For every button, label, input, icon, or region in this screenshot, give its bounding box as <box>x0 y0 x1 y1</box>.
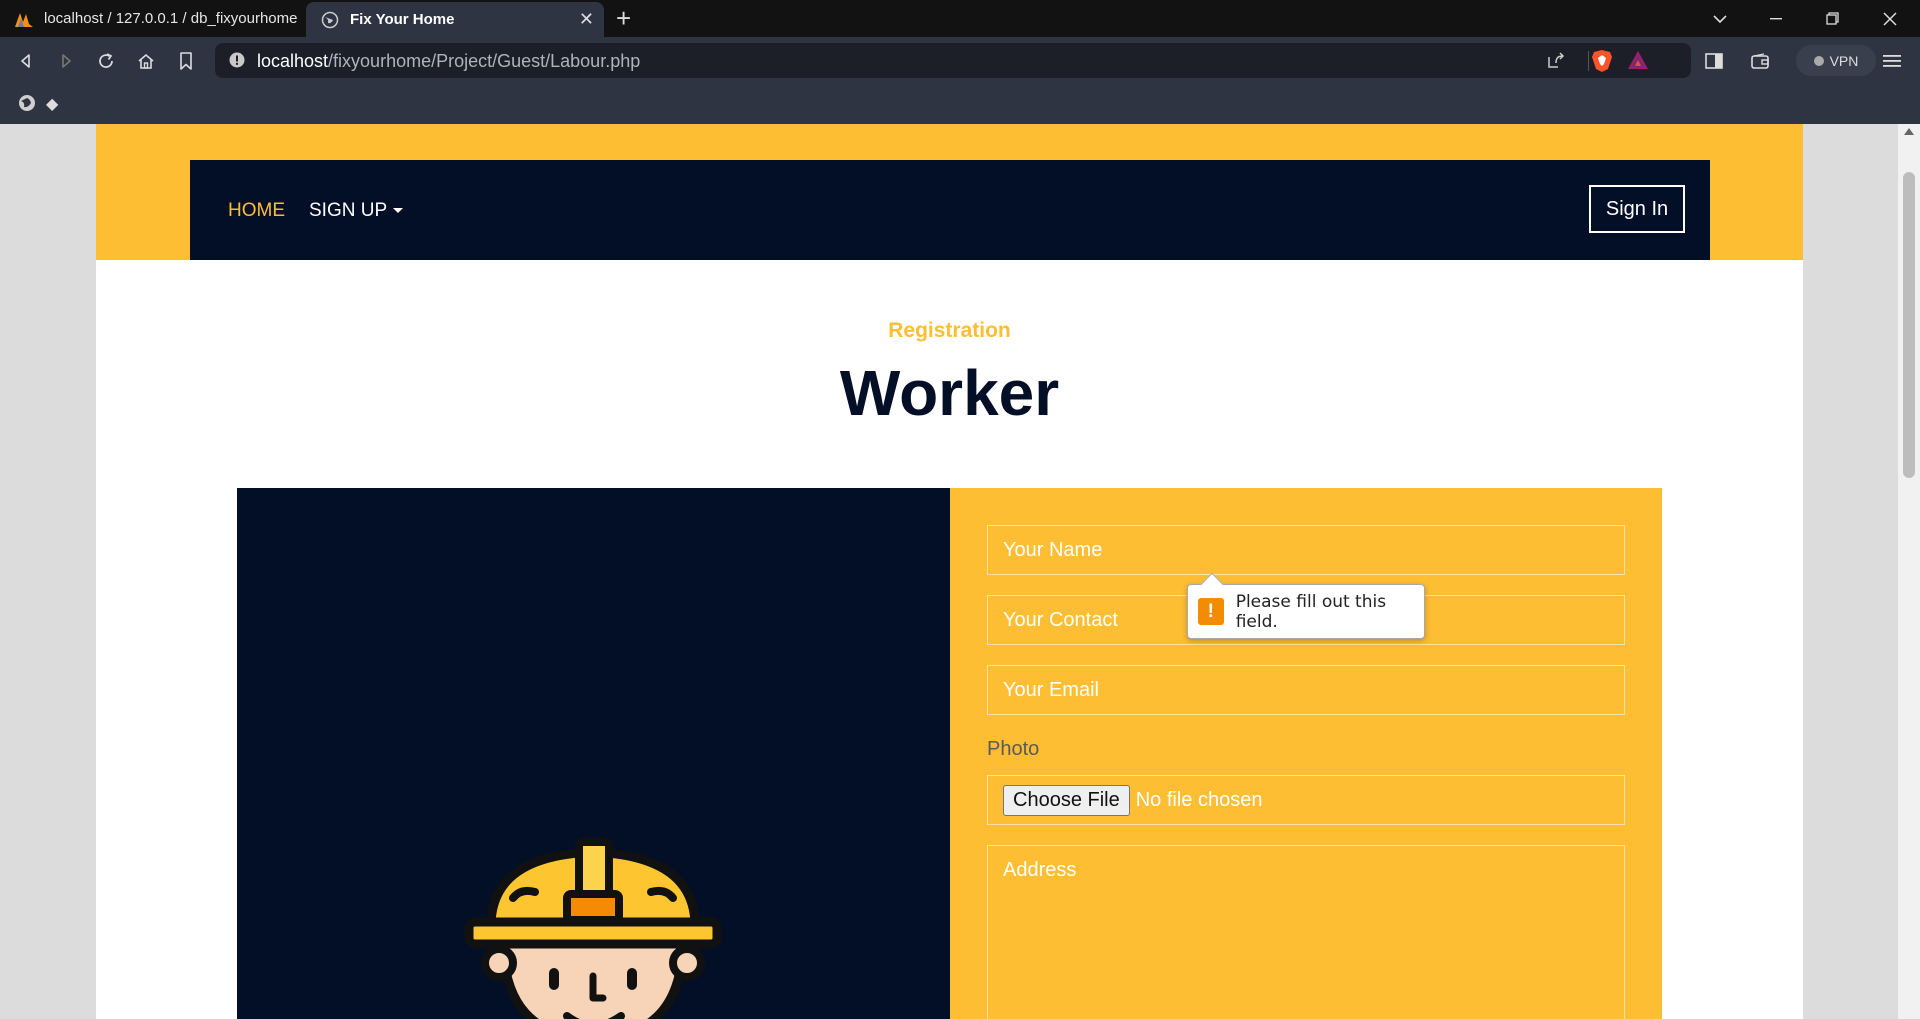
photo-label: Photo <box>987 738 1040 760</box>
url-text: localhost/fixyourhome/Project/Guest/Labo… <box>257 51 640 72</box>
vpn-button[interactable]: VPN <box>1796 45 1876 76</box>
nav-signup-dropdown[interactable]: SIGN UP <box>309 200 404 222</box>
nav-signup-label: SIGN UP <box>309 200 388 221</box>
phpmyadmin-icon <box>14 9 34 29</box>
url-path: /fixyourhome/Project/Guest/Labour.php <box>328 51 641 71</box>
page-scrollbar[interactable] <box>1898 124 1920 1019</box>
back-icon[interactable] <box>12 47 40 75</box>
minimize-icon[interactable] <box>1748 0 1804 37</box>
file-status: No file chosen <box>1135 788 1263 811</box>
bookmark-globe-icon[interactable] <box>18 94 36 117</box>
wallet-icon[interactable] <box>1746 47 1774 75</box>
brave-rewards-icon[interactable] <box>1627 50 1649 75</box>
email-input[interactable]: Your Email <box>987 665 1625 715</box>
reload-icon[interactable] <box>92 47 120 75</box>
vpn-label: VPN <box>1829 52 1859 69</box>
tab-search-icon[interactable] <box>1692 0 1748 37</box>
warning-icon: ! <box>1198 598 1224 625</box>
scroll-up-arrow-icon[interactable] <box>1904 128 1914 135</box>
sign-in-button[interactable]: Sign In <box>1589 185 1685 233</box>
nav-home-link[interactable]: HOME <box>228 200 285 222</box>
menu-icon[interactable] <box>1878 47 1906 75</box>
address-textarea[interactable]: Address <box>987 845 1625 1019</box>
validation-message: Please fill out this field. <box>1235 591 1387 632</box>
restore-icon[interactable] <box>1804 0 1860 37</box>
tab-fix-your-home[interactable]: Fix Your Home ✕ <box>306 2 604 37</box>
share-icon[interactable] <box>1547 51 1565 74</box>
validation-tooltip: ! Please fill out this field. <box>1187 572 1425 639</box>
page-container: HOME SIGN UP Sign In Registration Worker <box>96 124 1803 1019</box>
main-navbar: HOME SIGN UP Sign In <box>190 160 1710 260</box>
construction-worker-icon <box>464 838 722 1019</box>
illustration-panel <box>237 488 950 1019</box>
site-info-icon[interactable] <box>229 52 245 73</box>
divider <box>1588 51 1589 71</box>
tab-phpmyadmin[interactable]: localhost / 127.0.0.1 / db_fixyourhome <box>0 0 302 37</box>
url-host: localhost <box>257 51 329 71</box>
scrollbar-thumb[interactable] <box>1903 172 1915 478</box>
vpn-status-icon <box>1813 55 1824 66</box>
caret-down-icon <box>393 208 404 214</box>
home-icon[interactable] <box>132 47 160 75</box>
close-tab-icon[interactable]: ✕ <box>579 9 594 30</box>
bookmark-item[interactable]: ◆ <box>46 94 58 114</box>
photo-file-input: Choose File No file chosen <box>987 775 1625 825</box>
tab-strip: localhost / 127.0.0.1 / db_fixyourhome F… <box>0 0 1920 37</box>
brave-shields-icon[interactable] <box>1591 49 1613 78</box>
sidebar-toggle-icon[interactable] <box>1700 47 1728 75</box>
registration-form: Your Name Your Contact Your Email Photo … <box>950 488 1662 1019</box>
globe-icon <box>320 10 340 30</box>
name-input[interactable]: Your Name <box>987 525 1625 575</box>
new-tab-icon[interactable]: + <box>616 2 631 34</box>
address-bar[interactable]: localhost/fixyourhome/Project/Guest/Labo… <box>215 43 1691 78</box>
browser-toolbar: localhost/fixyourhome/Project/Guest/Labo… <box>0 37 1920 84</box>
tab-title: Fix Your Home <box>350 11 455 28</box>
section-subtitle: Registration <box>888 319 1011 342</box>
tab-title: localhost / 127.0.0.1 / db_fixyourhome <box>44 10 298 27</box>
page-title: Worker <box>839 357 1060 429</box>
forward-icon[interactable] <box>52 47 80 75</box>
bookmarks-bar: ◆ <box>0 84 1920 124</box>
choose-file-button[interactable]: Choose File <box>1003 784 1130 816</box>
page-viewport: HOME SIGN UP Sign In Registration Worker <box>0 124 1898 1019</box>
bookmark-icon[interactable] <box>172 47 200 75</box>
close-window-icon[interactable] <box>1862 0 1918 37</box>
